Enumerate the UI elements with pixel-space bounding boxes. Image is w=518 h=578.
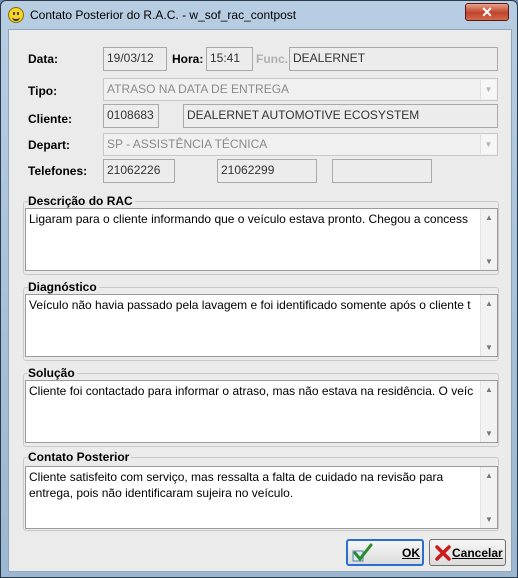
descricao-text: Ligaram para o cliente informando que o … <box>29 212 468 226</box>
title-bar[interactable]: Contato Posterior do R.A.C. - w_sof_rac_… <box>1 1 517 29</box>
cliente-label: Cliente: <box>28 112 73 126</box>
telefone3-field[interactable] <box>332 159 432 183</box>
solucao-memo[interactable]: Cliente foi contactado para informar o a… <box>25 380 498 443</box>
ok-button-label: OK <box>402 546 420 560</box>
scroll-up-icon[interactable]: ▲ <box>481 467 497 484</box>
solucao-scrollbar[interactable]: ▲ ▼ <box>480 381 497 442</box>
depart-select-value: SP - ASSISTÊNCIA TÉCNICA <box>107 137 268 151</box>
diagnostico-memo[interactable]: Veículo não havia passado pela lavagem e… <box>25 294 498 357</box>
descricao-memo[interactable]: Ligaram para o cliente informando que o … <box>25 208 498 271</box>
chevron-down-icon[interactable]: ▼ <box>480 135 496 154</box>
ok-button[interactable]: OK <box>346 539 424 566</box>
descricao-title: Descrição do RAC <box>28 194 135 208</box>
cancel-button-label: Cancelar <box>452 546 503 560</box>
x-icon <box>435 545 451 561</box>
data-field[interactable]: 19/03/12 <box>103 47 167 71</box>
cliente-code-field[interactable]: 0108683 <box>103 104 159 128</box>
func-field[interactable]: DEALERNET <box>289 47 498 71</box>
telefone2-field[interactable]: 21062299 <box>217 159 317 183</box>
cancel-button[interactable]: Cancelar <box>429 539 506 566</box>
diagnostico-title: Diagnóstico <box>28 280 99 294</box>
scroll-down-icon[interactable]: ▼ <box>481 339 497 356</box>
tipo-label: Tipo: <box>28 84 58 98</box>
diagnostico-scrollbar[interactable]: ▲ ▼ <box>480 295 497 356</box>
scroll-down-icon[interactable]: ▼ <box>481 425 497 442</box>
window-title: Contato Posterior do R.A.C. - w_sof_rac_… <box>30 8 297 22</box>
hora-label: Hora: <box>172 52 204 66</box>
telefones-label: Telefones: <box>28 164 88 178</box>
tipo-select[interactable]: ATRASO NA DATA DE ENTREGA ▼ <box>103 78 498 101</box>
depart-label: Depart: <box>28 138 71 152</box>
scroll-down-icon[interactable]: ▼ <box>481 253 497 270</box>
contato-text: Cliente satisfeito com serviço, mas ress… <box>29 470 444 500</box>
telefone1-field[interactable]: 21062226 <box>103 159 175 183</box>
scroll-up-icon[interactable]: ▲ <box>481 295 497 312</box>
checkmark-icon <box>352 543 373 562</box>
depart-select[interactable]: SP - ASSISTÊNCIA TÉCNICA ▼ <box>103 133 498 156</box>
diagnostico-text: Veículo não havia passado pela lavagem e… <box>29 298 471 312</box>
contato-scrollbar[interactable]: ▲ ▼ <box>480 467 497 528</box>
scroll-up-icon[interactable]: ▲ <box>481 381 497 398</box>
chevron-down-icon[interactable]: ▼ <box>480 80 496 99</box>
dialog-window: Contato Posterior do R.A.C. - w_sof_rac_… <box>0 0 518 578</box>
hora-field[interactable]: 15:41 <box>206 47 253 71</box>
scroll-up-icon[interactable]: ▲ <box>481 209 497 226</box>
contato-memo[interactable]: Cliente satisfeito com serviço, mas ress… <box>25 466 498 529</box>
descricao-scrollbar[interactable]: ▲ ▼ <box>480 209 497 270</box>
cliente-name-field[interactable]: DEALERNET AUTOMOTIVE ECOSYSTEM <box>183 104 498 128</box>
tipo-select-value: ATRASO NA DATA DE ENTREGA <box>107 82 290 96</box>
data-label: Data: <box>28 52 59 66</box>
solucao-title: Solução <box>28 366 77 380</box>
scroll-down-icon[interactable]: ▼ <box>481 511 497 528</box>
solucao-text: Cliente foi contactado para informar o a… <box>29 384 474 398</box>
dialog-body: Data: 19/03/12 Hora: 15:41 Func.: DEALER… <box>8 29 512 572</box>
func-label: Func.: <box>256 52 292 66</box>
contato-title: Contato Posterior <box>28 450 132 464</box>
close-button[interactable]: ✕ <box>465 3 509 21</box>
smiley-icon <box>8 7 24 23</box>
